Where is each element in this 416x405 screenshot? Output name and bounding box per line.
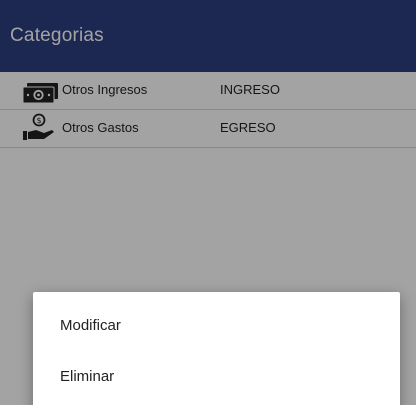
modify-option[interactable]: Modificar bbox=[60, 317, 121, 334]
context-menu-dialog: Modificar Eliminar bbox=[33, 292, 400, 405]
delete-option[interactable]: Eliminar bbox=[60, 368, 114, 385]
